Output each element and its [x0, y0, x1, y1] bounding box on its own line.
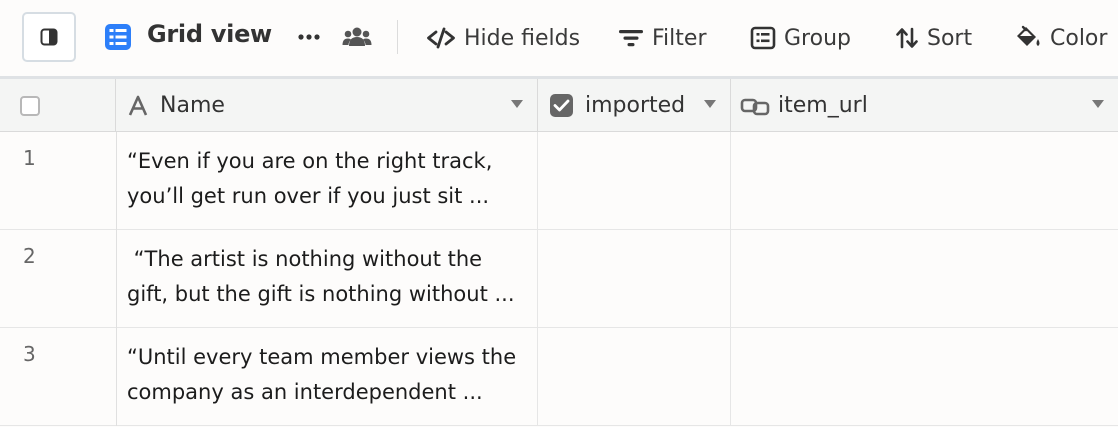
name-cell[interactable]: “The artist is nothing without the gift,…: [116, 230, 538, 328]
checkbox-field-icon: [550, 94, 573, 117]
row-number: 2: [23, 244, 36, 268]
column-header-imported[interactable]: imported: [538, 79, 731, 132]
color-label: Color: [1050, 25, 1108, 51]
row-number: 3: [23, 342, 36, 366]
item-url-cell[interactable]: [731, 328, 1118, 426]
table-row[interactable]: 3 “Until every team member views the com…: [0, 328, 1118, 426]
imported-cell[interactable]: [538, 132, 731, 230]
chevron-down-icon[interactable]: [704, 100, 716, 109]
column-header-name[interactable]: Name: [116, 79, 538, 132]
column-header-label: item_url: [778, 93, 868, 118]
people-icon[interactable]: [342, 26, 372, 48]
table-row[interactable]: 2 “The artist is nothing without the gif…: [0, 230, 1118, 328]
column-header-label: Name: [160, 93, 225, 118]
link-field-icon: [740, 98, 770, 115]
row-number: 1: [23, 146, 36, 170]
color-button[interactable]: Color: [1014, 22, 1107, 54]
grid-view-icon: [105, 24, 131, 50]
group-button[interactable]: Group: [750, 22, 851, 54]
grid-header-row: Name imported item_url: [0, 79, 1118, 132]
name-cell-text: “The artist is nothing without the gift,…: [127, 247, 515, 306]
view-name[interactable]: Grid view: [147, 20, 272, 48]
view-toolbar: Grid view Hide fields Filter Group Sort …: [0, 0, 1118, 76]
sort-button[interactable]: Sort: [895, 22, 972, 54]
hide-fields-label: Hide fields: [464, 25, 581, 51]
filter-label: Filter: [652, 25, 707, 51]
column-header-item-url[interactable]: item_url: [731, 79, 1118, 132]
name-cell-text: “Even if you are on the right track, you…: [127, 149, 493, 208]
select-all-checkbox[interactable]: [19, 95, 40, 116]
name-cell[interactable]: “Even if you are on the right track, you…: [116, 132, 538, 230]
imported-cell[interactable]: [538, 328, 731, 426]
sort-icon: [896, 27, 918, 49]
sort-label: Sort: [927, 25, 973, 51]
text-field-icon: [128, 95, 148, 116]
name-cell-text: “Until every team member views the compa…: [127, 345, 517, 404]
filter-button[interactable]: Filter: [618, 22, 706, 54]
table-row[interactable]: 1 “Even if you are on the right track, y…: [0, 132, 1118, 230]
item-url-cell[interactable]: [731, 230, 1118, 328]
filter-icon: [619, 30, 643, 47]
column-header-label: imported: [585, 93, 686, 118]
select-all-cell: [0, 79, 116, 132]
eye-slash-icon: [427, 27, 455, 49]
more-horizontal-icon[interactable]: [296, 26, 322, 48]
item-url-cell[interactable]: [731, 132, 1118, 230]
group-label: Group: [784, 25, 851, 51]
toolbar-divider: [397, 20, 398, 54]
sidebar-toggle-icon: [40, 28, 58, 46]
paint-bucket-icon: [1017, 25, 1040, 46]
sidebar-toggle-button[interactable]: [22, 12, 76, 62]
data-grid: Name imported item_url 1 “Even if you ar…: [0, 79, 1118, 427]
chevron-down-icon[interactable]: [511, 100, 523, 109]
imported-cell[interactable]: [538, 230, 731, 328]
chevron-down-icon[interactable]: [1092, 100, 1104, 109]
group-icon: [750, 26, 776, 50]
hide-fields-button[interactable]: Hide fields: [426, 22, 580, 54]
name-cell[interactable]: “Until every team member views the compa…: [116, 328, 538, 426]
